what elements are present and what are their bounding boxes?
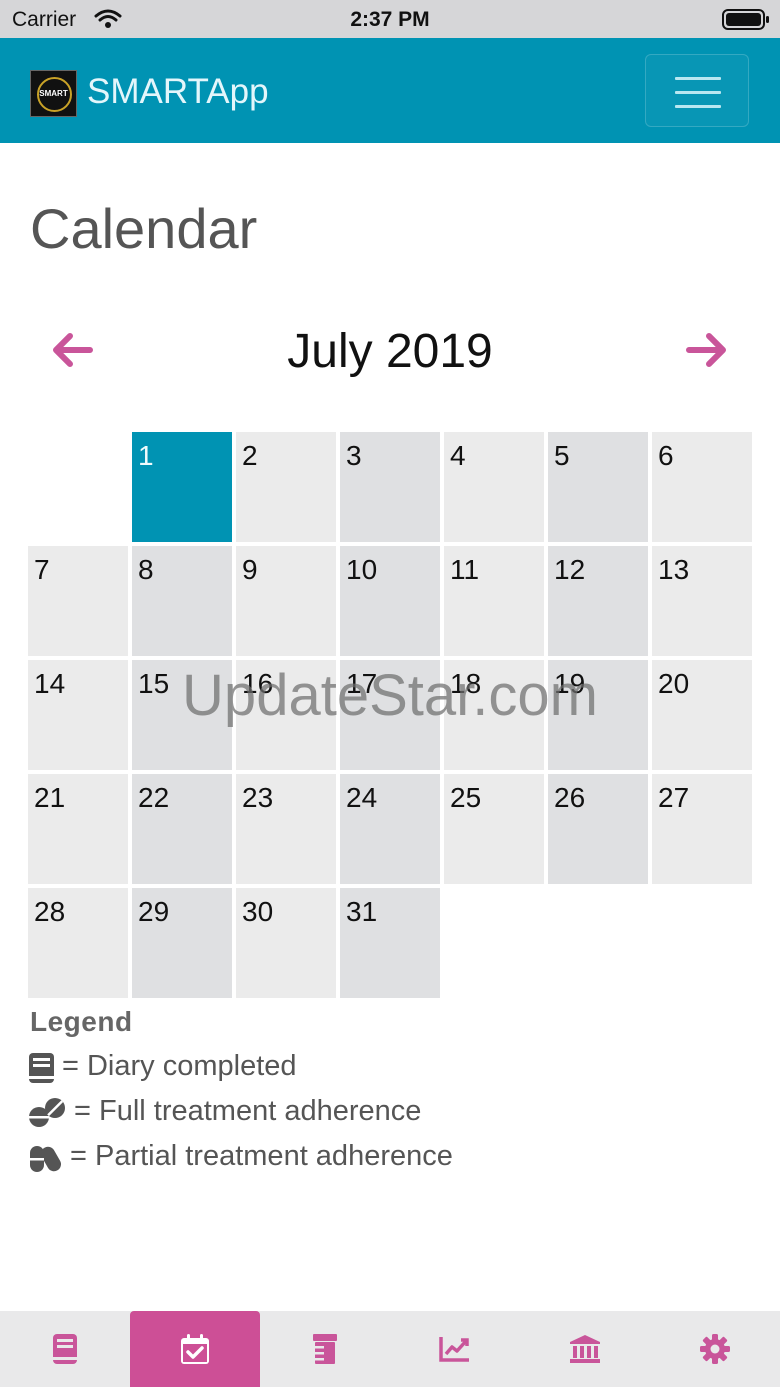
calendar-day-cell[interactable]: 5	[548, 432, 648, 542]
hamburger-icon	[675, 77, 721, 80]
day-number: 2	[242, 440, 258, 471]
app-header: SMART SMARTApp	[0, 38, 780, 143]
day-number: 29	[138, 896, 170, 927]
day-number: 1	[138, 440, 154, 471]
app-title[interactable]: SMARTApp	[87, 72, 269, 112]
university-icon	[570, 1335, 600, 1363]
calendar-day-cell[interactable]: 2	[236, 432, 336, 542]
calendar-day-cell[interactable]: 20	[652, 660, 752, 770]
day-number: 6	[658, 440, 674, 471]
day-number: 7	[34, 554, 50, 585]
capsules-icon	[30, 1146, 61, 1172]
calendar-day-cell[interactable]: 15	[132, 660, 232, 770]
calendar-day-cell[interactable]: 21	[28, 774, 128, 884]
status-bar: Carrier 2:37 PM	[0, 0, 780, 38]
calendar-day-cell[interactable]: 28	[28, 888, 128, 998]
day-number: 3	[346, 440, 362, 471]
app-logo: SMART	[30, 70, 77, 117]
calendar-day-cell[interactable]: 3	[340, 432, 440, 542]
calendar-day-cell[interactable]: 4	[444, 432, 544, 542]
calendar-day-cell[interactable]: 19	[548, 660, 648, 770]
day-number: 17	[346, 668, 378, 699]
day-number: 26	[554, 782, 586, 813]
day-number: 8	[138, 554, 154, 585]
day-number: 18	[450, 668, 482, 699]
calendar-grid: 1 2 3 4 5 6 7 8 9 10 11 12 13 14 15 16 17 18 19 20 21 22 23 24 2…	[28, 432, 752, 998]
month-navigation: July 2019	[0, 320, 780, 384]
legend-label: = Partial treatment adherence	[70, 1140, 453, 1172]
book-icon	[53, 1334, 77, 1364]
logo-text: SMART	[39, 89, 68, 98]
chart-line-icon	[439, 1337, 469, 1362]
calendar-day-cell[interactable]: 6	[652, 432, 752, 542]
day-number: 11	[450, 554, 480, 585]
legend-title: Legend	[30, 1006, 133, 1037]
legend-label: = Full treatment adherence	[74, 1095, 422, 1127]
day-number: 30	[242, 896, 274, 927]
day-number: 22	[138, 782, 170, 813]
calendar-day-cell[interactable]: 17	[340, 660, 440, 770]
calendar-day-cell[interactable]: 27	[652, 774, 752, 884]
battery-icon	[722, 9, 769, 30]
calendar-day-cell[interactable]: 25	[444, 774, 544, 884]
calendar-day-cell[interactable]: 24	[340, 774, 440, 884]
day-number: 28	[34, 896, 66, 927]
calendar-day-cell[interactable]: 13	[652, 546, 752, 656]
day-number: 31	[346, 896, 378, 927]
day-number: 23	[242, 782, 274, 813]
calendar-day-cell[interactable]: 10	[340, 546, 440, 656]
bottom-nav	[0, 1311, 780, 1387]
tab-diary[interactable]	[0, 1311, 130, 1387]
day-number: 4	[450, 440, 466, 471]
day-number: 19	[554, 668, 586, 699]
tab-charts[interactable]	[390, 1311, 520, 1387]
day-number: 10	[346, 554, 378, 585]
calendar-day-cell[interactable]: 29	[132, 888, 232, 998]
calendar-day-cell[interactable]: 12	[548, 546, 648, 656]
day-number: 27	[658, 782, 690, 813]
calendar-day-cell[interactable]: 22	[132, 774, 232, 884]
calendar-day-cell[interactable]: 14	[28, 660, 128, 770]
day-number: 21	[34, 782, 66, 813]
tab-settings[interactable]	[650, 1311, 780, 1387]
day-number: 20	[658, 668, 690, 699]
gear-icon	[700, 1334, 730, 1364]
calendar-blank-cell	[28, 432, 128, 542]
day-number: 12	[554, 554, 586, 585]
next-month-arrow-icon[interactable]	[685, 330, 729, 370]
calendar-day-cell[interactable]: 8	[132, 546, 232, 656]
calendar-day-cell[interactable]: 16	[236, 660, 336, 770]
month-label: July 2019	[287, 325, 493, 378]
day-number: 5	[554, 440, 570, 471]
day-number: 14	[34, 668, 66, 699]
prescription-bottle-icon	[313, 1334, 337, 1364]
menu-toggle-button[interactable]	[645, 54, 749, 127]
day-number: 15	[138, 668, 170, 699]
day-number: 9	[242, 554, 258, 585]
calendar-day-cell[interactable]: 26	[548, 774, 648, 884]
day-number: 25	[450, 782, 482, 813]
calendar-day-cell[interactable]: 23	[236, 774, 336, 884]
tab-medication[interactable]	[260, 1311, 390, 1387]
page-title: Calendar	[30, 197, 258, 260]
calendar-day-cell[interactable]: 31	[340, 888, 440, 998]
day-number: 13	[658, 554, 690, 585]
calendar-check-icon	[181, 1334, 209, 1364]
pills-icon	[29, 1098, 65, 1127]
status-time: 2:37 PM	[350, 8, 430, 31]
day-number: 24	[346, 782, 378, 813]
calendar-day-cell[interactable]: 7	[28, 546, 128, 656]
legend-label: = Diary completed	[62, 1050, 297, 1082]
calendar-day-cell[interactable]: 30	[236, 888, 336, 998]
tab-institution[interactable]	[520, 1311, 650, 1387]
calendar-day-cell[interactable]: 9	[236, 546, 336, 656]
calendar-day-cell[interactable]: 1	[132, 432, 232, 542]
calendar-day-cell[interactable]: 18	[444, 660, 544, 770]
day-number: 16	[242, 668, 274, 699]
calendar-day-cell[interactable]: 11	[444, 546, 544, 656]
tab-calendar[interactable]	[130, 1311, 260, 1387]
